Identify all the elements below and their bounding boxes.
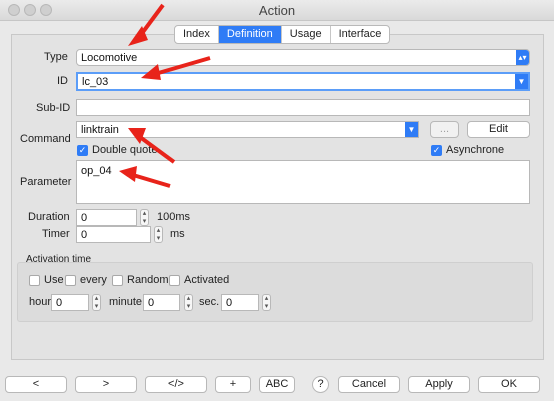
duration-input[interactable]: 0 xyxy=(76,209,137,226)
title-bar: Action xyxy=(0,0,554,21)
use-label: Use xyxy=(44,274,64,286)
parameter-label: Parameter xyxy=(20,176,72,188)
type-label: Type xyxy=(44,51,68,63)
sec-label: sec. xyxy=(199,296,220,308)
activation-group xyxy=(17,262,533,322)
subid-input[interactable] xyxy=(76,99,530,116)
ellipsis-button[interactable]: ... xyxy=(430,121,459,138)
updown-chevron-icon: ▴▾ xyxy=(516,50,529,65)
activated-checkbox[interactable] xyxy=(169,275,180,286)
duration-unit: 100ms xyxy=(157,211,191,223)
type-value: Locomotive xyxy=(81,52,138,64)
window-title: Action xyxy=(258,3,296,18)
activated-label: Activated xyxy=(184,274,230,286)
command-value: linktrain xyxy=(81,124,119,136)
double-quote-checkbox[interactable]: ✓ xyxy=(77,145,88,156)
sec-input[interactable]: 0 xyxy=(221,294,259,311)
minute-input[interactable]: 0 xyxy=(143,294,180,311)
id-label: ID xyxy=(57,75,68,87)
every-checkbox[interactable] xyxy=(65,275,76,286)
cancel-button[interactable]: Cancel xyxy=(338,376,400,393)
subid-label: Sub-ID xyxy=(36,102,71,114)
duration-label: Duration xyxy=(28,211,70,223)
double-quote-label: Double quote xyxy=(92,144,158,156)
add-button[interactable]: + xyxy=(215,376,251,393)
tab-definition[interactable]: Definition xyxy=(218,26,282,43)
minute-stepper[interactable]: ▴ ▾ xyxy=(184,294,193,311)
timer-label: Timer xyxy=(42,228,70,240)
hour-input[interactable]: 0 xyxy=(51,294,89,311)
help-button[interactable]: ? xyxy=(312,376,329,393)
duration-stepper[interactable]: ▴ ▾ xyxy=(140,209,149,226)
abc-button[interactable]: ABC xyxy=(259,376,295,393)
type-select[interactable]: Locomotive ▴▾ xyxy=(76,49,530,66)
chevron-down-icon[interactable]: ▼ xyxy=(515,74,528,89)
command-combobox[interactable]: linktrain ▼ xyxy=(76,121,419,138)
edit-button[interactable]: Edit xyxy=(467,121,530,138)
timer-input[interactable]: 0 xyxy=(76,226,151,243)
chevron-down-icon[interactable]: ▼ xyxy=(405,122,418,137)
parameter-textarea[interactable]: op_04 xyxy=(76,160,530,204)
timer-unit: ms xyxy=(170,228,185,240)
apply-button[interactable]: Apply xyxy=(408,376,470,393)
tab-index[interactable]: Index xyxy=(175,26,219,43)
asynchrone-checkbox[interactable]: ✓ xyxy=(431,145,442,156)
tab-interface[interactable]: Interface xyxy=(331,26,390,43)
tab-bar: Index Definition Usage Interface xyxy=(174,25,391,44)
command-label: Command xyxy=(20,133,71,145)
hour-label: hour xyxy=(29,296,52,308)
sec-stepper[interactable]: ▴ ▾ xyxy=(262,294,271,311)
random-label: Random xyxy=(127,274,169,286)
next-button[interactable]: > xyxy=(75,376,137,393)
code-button[interactable]: </> xyxy=(145,376,207,393)
id-combobox[interactable]: lc_03 ▼ xyxy=(76,72,530,91)
timer-stepper[interactable]: ▴ ▾ xyxy=(154,226,163,243)
tab-usage[interactable]: Usage xyxy=(282,26,331,43)
use-checkbox[interactable] xyxy=(29,275,40,286)
asynchrone-label: Asynchrone xyxy=(446,144,505,156)
ok-button[interactable]: OK xyxy=(478,376,540,393)
id-value: lc_03 xyxy=(82,76,109,88)
every-label: every xyxy=(80,274,107,286)
hour-stepper[interactable]: ▴ ▾ xyxy=(92,294,101,311)
minute-label: minute xyxy=(109,296,143,308)
random-checkbox[interactable] xyxy=(112,275,123,286)
previous-button[interactable]: < xyxy=(5,376,67,393)
